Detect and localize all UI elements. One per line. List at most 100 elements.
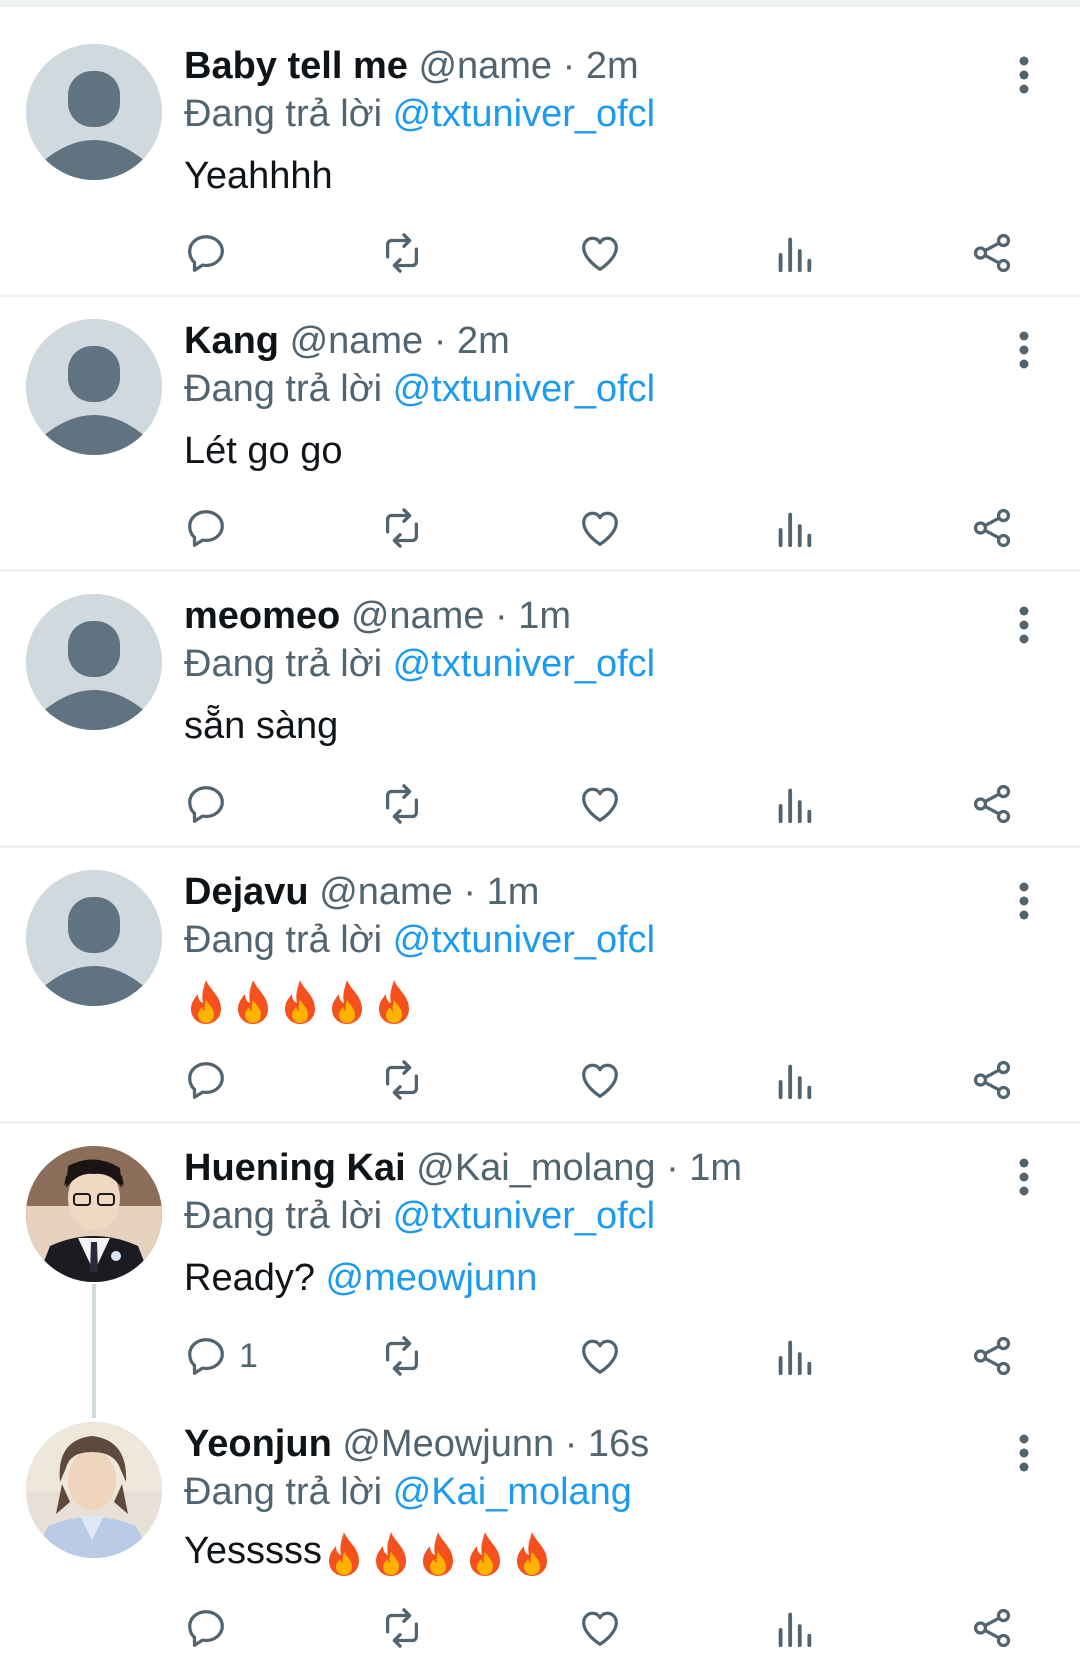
user-handle[interactable]: @Kai_molang <box>416 1147 655 1189</box>
like-button[interactable] <box>577 776 623 832</box>
share-button[interactable] <box>969 1052 1015 1108</box>
user-handle[interactable]: @name <box>319 871 453 913</box>
reply-button[interactable] <box>183 225 239 281</box>
heart-icon <box>582 1611 618 1646</box>
views-button[interactable] <box>774 1052 814 1108</box>
timestamp[interactable]: · 1m <box>666 1147 742 1189</box>
share-button[interactable] <box>969 1328 1015 1384</box>
retweet-icon <box>385 1608 419 1648</box>
retweet-button[interactable] <box>378 225 426 281</box>
share-button[interactable] <box>969 500 1015 556</box>
reply-icon <box>188 510 224 547</box>
reply-button[interactable] <box>183 1052 239 1108</box>
retweet-button[interactable] <box>378 776 426 832</box>
user-handle[interactable]: @Meowjunn <box>342 1423 554 1465</box>
like-button[interactable] <box>577 1052 623 1108</box>
reply-button[interactable] <box>183 776 239 832</box>
share-button[interactable] <box>969 776 1015 832</box>
retweet-button[interactable] <box>378 1052 426 1108</box>
avatar[interactable] <box>26 1422 162 1558</box>
tweet-text-content: Yesssss <box>184 1530 322 1572</box>
replying-to-mention[interactable]: @txtuniver_ofcl <box>393 93 655 135</box>
share-button[interactable] <box>969 225 1015 281</box>
tweet-text-mention[interactable]: @meowjunn <box>326 1257 538 1299</box>
tweet[interactable]: meomeo @name · 1m Đang trả lời @txtunive… <box>0 572 1080 848</box>
reply-count: 1 <box>239 1336 258 1375</box>
replying-to-label: Đang trả lời <box>184 93 383 135</box>
retweet-button[interactable] <box>378 1600 426 1656</box>
display-name[interactable]: meomeo <box>184 595 340 637</box>
timestamp[interactable]: · 2m <box>563 45 639 87</box>
replying-to-label: Đang trả lời <box>184 1195 383 1237</box>
timestamp[interactable]: · 1m <box>495 595 571 637</box>
tweet-actions <box>0 1600 1080 1656</box>
tweet-header: meomeo @name · 1m <box>184 593 571 639</box>
user-handle[interactable]: @name <box>418 45 552 87</box>
timestamp[interactable]: · 16s <box>565 1423 649 1465</box>
display-name[interactable]: Baby tell me <box>184 45 408 87</box>
timestamp[interactable]: · 2m <box>434 320 510 362</box>
like-button[interactable] <box>577 500 623 556</box>
views-button[interactable] <box>774 225 814 281</box>
replying-to-mention[interactable]: @txtuniver_ofcl <box>393 368 655 410</box>
tweet[interactable]: Baby tell me @name · 2m Đang trả lời @tx… <box>0 7 1080 297</box>
views-button[interactable] <box>774 500 814 556</box>
display-name[interactable]: Kang <box>184 320 279 362</box>
reply-button[interactable]: 1 <box>183 1328 258 1384</box>
more-vertical-icon[interactable] <box>1010 1433 1038 1473</box>
default-avatar-icon <box>26 319 162 455</box>
reply-button[interactable] <box>183 500 239 556</box>
like-button[interactable] <box>577 1600 623 1656</box>
tweet-actions <box>0 500 1080 556</box>
share-button[interactable] <box>969 1600 1015 1656</box>
display-name[interactable]: Yeonjun <box>184 1423 332 1465</box>
tweet-text: Ready? @meowjunn <box>184 1254 537 1302</box>
tweet-header: Yeonjun @Meowjunn · 16s <box>184 1421 649 1467</box>
more-vertical-icon[interactable] <box>1010 605 1038 645</box>
more-vertical-icon[interactable] <box>1010 330 1038 370</box>
tweet[interactable]: Kang @name · 2m Đang trả lời @txtuniver_… <box>0 297 1080 572</box>
fire-icon <box>332 979 362 1024</box>
user-handle[interactable]: @name <box>290 320 424 362</box>
replying-to-mention[interactable]: @txtuniver_ofcl <box>393 1195 655 1237</box>
avatar[interactable] <box>26 1146 162 1282</box>
tweet-text <box>184 975 419 1026</box>
reply-button[interactable] <box>183 1600 239 1656</box>
replying-to-mention[interactable]: @txtuniver_ofcl <box>393 643 655 685</box>
like-button[interactable] <box>577 225 623 281</box>
share-icon <box>973 508 1011 548</box>
tweet[interactable]: Huening Kai @Kai_molang · 1m Đang trả lờ… <box>0 1124 1080 1414</box>
views-button[interactable] <box>774 776 814 832</box>
tweet-actions: 1 <box>0 1328 1080 1384</box>
more-vertical-icon[interactable] <box>1010 881 1038 921</box>
timestamp[interactable]: · 1m <box>463 871 539 913</box>
tweet-actions <box>0 225 1080 281</box>
heart-icon <box>582 236 618 271</box>
avatar[interactable] <box>26 870 162 1006</box>
tweet-actions <box>0 776 1080 832</box>
replying-to-mention[interactable]: @txtuniver_ofcl <box>393 919 655 961</box>
avatar[interactable] <box>26 594 162 730</box>
avatar[interactable] <box>26 44 162 180</box>
replying-to-mention[interactable]: @Kai_molang <box>393 1471 632 1513</box>
display-name[interactable]: Huening Kai <box>184 1147 406 1189</box>
fire-icon <box>238 979 268 1024</box>
tweet[interactable]: Yeonjun @Meowjunn · 16s Đang trả lời @Ka… <box>0 1400 1080 1656</box>
replying-to-label: Đang trả lời <box>184 368 383 410</box>
views-button[interactable] <box>774 1328 814 1384</box>
fire-icon <box>329 1531 359 1576</box>
avatar[interactable] <box>26 319 162 455</box>
tweet[interactable]: Dejavu @name · 1m Đang trả lời @txtunive… <box>0 848 1080 1124</box>
replying-to-label: Đang trả lời <box>184 1471 383 1513</box>
analytics-icon <box>778 1340 812 1376</box>
more-vertical-icon[interactable] <box>1010 55 1038 95</box>
replying-to-label: Đang trả lời <box>184 919 383 961</box>
fire-emoji-row <box>184 976 419 1026</box>
retweet-button[interactable] <box>378 500 426 556</box>
views-button[interactable] <box>774 1600 814 1656</box>
retweet-button[interactable] <box>378 1328 426 1384</box>
user-handle[interactable]: @name <box>351 595 485 637</box>
like-button[interactable] <box>577 1328 623 1384</box>
more-vertical-icon[interactable] <box>1010 1157 1038 1197</box>
display-name[interactable]: Dejavu <box>184 871 309 913</box>
